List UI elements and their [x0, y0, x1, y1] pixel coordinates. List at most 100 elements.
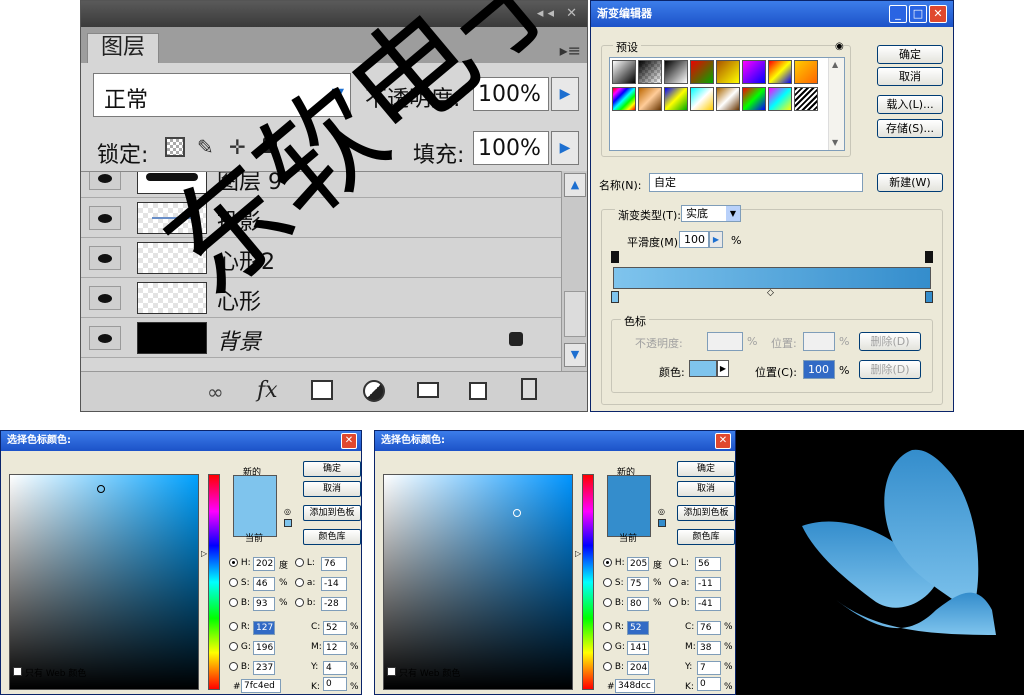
preset-swatch[interactable] [742, 60, 766, 84]
m-input[interactable]: 12 [323, 641, 347, 655]
hue-slider[interactable] [208, 474, 220, 690]
load-button[interactable]: 载入(L)... [877, 95, 943, 114]
l-input[interactable]: 76 [321, 557, 347, 571]
gradient-bar[interactable] [613, 267, 931, 289]
radio-rgb-b[interactable] [229, 662, 238, 671]
panel-menu-icon[interactable]: ▸≡ [560, 41, 581, 60]
smoothness-slider-button[interactable]: ▶ [709, 231, 723, 248]
opacity-stop-left[interactable] [611, 251, 619, 263]
h-input[interactable]: 205 [627, 557, 649, 571]
scroll-thumb[interactable] [564, 291, 586, 337]
c-input[interactable]: 76 [697, 621, 721, 635]
preset-swatch[interactable] [664, 60, 688, 84]
c-input[interactable]: 52 [323, 621, 347, 635]
lock-all-icon[interactable] [263, 137, 277, 153]
k-input[interactable]: 0 [697, 677, 721, 691]
color-field-cursor[interactable] [97, 485, 105, 493]
add-to-swatches-button[interactable]: 添加到色板 [677, 505, 735, 521]
stop-color-swatch[interactable] [689, 360, 717, 377]
b-input[interactable]: 93 [253, 597, 275, 611]
gamut-warning-icon[interactable]: ◎ [284, 507, 291, 516]
scroll-down-icon[interactable]: ▼ [832, 138, 838, 147]
h-input[interactable]: 202 [253, 557, 275, 571]
color-field[interactable] [383, 474, 573, 690]
g-input[interactable]: 141 [627, 641, 649, 655]
ok-button[interactable]: 确定 [677, 461, 735, 477]
m-input[interactable]: 38 [697, 641, 721, 655]
b-input[interactable]: 80 [627, 597, 649, 611]
lab-b-input[interactable]: -41 [695, 597, 721, 611]
presets-scrollbar[interactable]: ▲ ▼ [828, 58, 844, 150]
radio-r[interactable] [229, 622, 238, 631]
mask-icon[interactable] [311, 380, 333, 400]
opacity-stop-right[interactable] [925, 251, 933, 263]
color-position-input[interactable]: 100 [803, 360, 835, 379]
web-safe-swatch-icon[interactable] [658, 519, 666, 527]
preset-swatch[interactable] [664, 87, 688, 111]
visibility-eye-icon[interactable] [89, 206, 121, 230]
preset-swatch[interactable] [768, 87, 792, 111]
save-button[interactable]: 存储(S)... [877, 119, 943, 138]
presets-menu-icon[interactable]: ◉ [835, 41, 844, 52]
close-icon[interactable]: ✕ [929, 5, 947, 23]
color-field[interactable] [9, 474, 199, 690]
radio-lab-b[interactable] [669, 598, 678, 607]
gradient-type-select[interactable]: 实底 ▼ [681, 205, 741, 222]
lock-move-icon[interactable]: ✛ [229, 135, 246, 159]
fill-slider-button[interactable]: ▶ [551, 131, 579, 165]
y-input[interactable]: 4 [323, 661, 347, 675]
color-stop-left[interactable] [611, 291, 619, 303]
k-input[interactable]: 0 [323, 677, 347, 691]
scroll-down-icon[interactable]: ▼ [564, 343, 586, 367]
new-layer-icon[interactable] [469, 382, 487, 400]
radio-b[interactable] [229, 598, 238, 607]
hex-input[interactable]: 348dcc [615, 679, 655, 693]
layer-row[interactable]: 背景 [81, 318, 561, 358]
preset-swatch[interactable] [794, 60, 818, 84]
radio-g[interactable] [603, 642, 612, 651]
opacity-slider-button[interactable]: ▶ [551, 77, 579, 111]
radio-b[interactable] [603, 598, 612, 607]
radio-h[interactable] [603, 558, 612, 567]
scroll-up-icon[interactable]: ▲ [564, 173, 586, 197]
layer-row[interactable]: 心形2 [81, 238, 561, 278]
web-only-checkbox[interactable] [387, 667, 396, 676]
radio-s[interactable] [229, 578, 238, 587]
color-menu-arrow-icon[interactable]: ▶ [717, 360, 729, 377]
hue-slider-arrow-icon[interactable]: ▷ [201, 549, 207, 558]
preset-swatch[interactable] [794, 87, 818, 111]
a-input[interactable]: -14 [321, 577, 347, 591]
color-libraries-button[interactable]: 颜色库 [303, 529, 361, 545]
color-stop-right[interactable] [925, 291, 933, 303]
layer-row[interactable]: 投影 [81, 198, 561, 238]
blend-mode-select[interactable]: 正常 ▼ [93, 73, 351, 117]
radio-a[interactable] [295, 578, 304, 587]
preset-swatch[interactable] [716, 87, 740, 111]
maximize-icon[interactable]: □ [909, 5, 927, 23]
radio-h[interactable] [229, 558, 238, 567]
radio-s[interactable] [603, 578, 612, 587]
hue-slider[interactable] [582, 474, 594, 690]
minimize-icon[interactable]: _ [889, 5, 907, 23]
cancel-button[interactable]: 取消 [303, 481, 361, 497]
visibility-eye-icon[interactable] [89, 326, 121, 350]
lab-b-input[interactable]: -28 [321, 597, 347, 611]
preset-swatch[interactable] [612, 87, 636, 111]
delete-opacity-stop-button[interactable]: 删除(D) [859, 332, 921, 351]
cancel-button[interactable]: 取消 [677, 481, 735, 497]
layer-row[interactable]: 图层 9 [81, 172, 561, 198]
preset-swatch[interactable] [612, 60, 636, 84]
r-input[interactable]: 127 [253, 621, 275, 635]
panel-controls[interactable]: ◂◂ ✕ [537, 6, 581, 21]
delete-color-stop-button[interactable]: 删除(D) [859, 360, 921, 379]
preset-swatch[interactable] [690, 60, 714, 84]
ok-button[interactable]: 确定 [303, 461, 361, 477]
s-input[interactable]: 46 [253, 577, 275, 591]
a-input[interactable]: -11 [695, 577, 721, 591]
y-input[interactable]: 7 [697, 661, 721, 675]
chevron-down-icon[interactable]: ▼ [332, 84, 344, 103]
midpoint-diamond-icon[interactable]: ◇ [767, 288, 774, 298]
lock-transparent-icon[interactable] [165, 137, 185, 157]
new-button[interactable]: 新建(W) [877, 173, 943, 192]
close-icon[interactable]: ✕ [715, 433, 731, 449]
